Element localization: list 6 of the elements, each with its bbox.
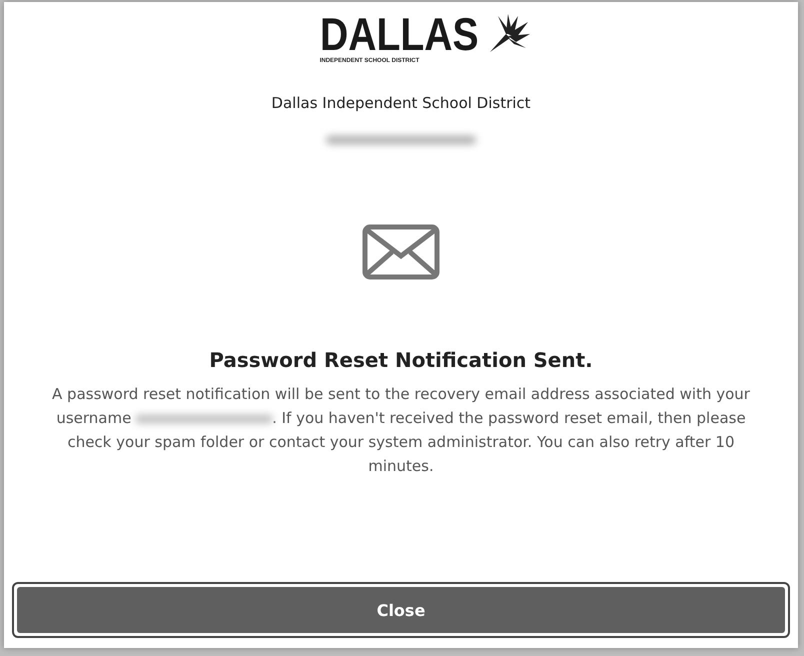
notification-heading: Password Reset Notification Sent. bbox=[209, 348, 593, 372]
organization-name: Dallas Independent School District bbox=[271, 94, 531, 112]
message-text: A password reset notification will be sent to the recovery email address associated with your username . If you haven't received the password reset email, then please check your spam folder or contact your system administrator. You can also retry after 10 minutes. bbox=[51, 384, 751, 477]
envelope-icon bbox=[362, 224, 440, 280]
close-button[interactable]: Close bbox=[17, 587, 785, 633]
logo-wordmark: DALLAS bbox=[320, 12, 478, 56]
